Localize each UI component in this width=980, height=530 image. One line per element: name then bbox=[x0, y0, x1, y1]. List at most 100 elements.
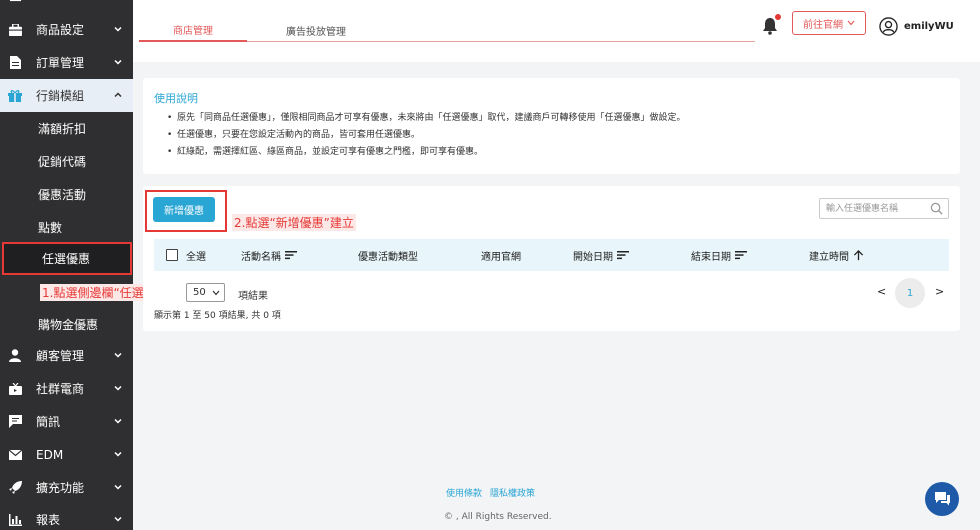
footer-links: 使用條款 隱私權政策 bbox=[446, 486, 535, 499]
usage-instructions-card: 使用說明 原先「同商品任選優惠」，僅限相同商品才可享有優惠，未來將由「任選優惠」… bbox=[143, 78, 960, 174]
chevron-down-icon bbox=[114, 418, 122, 424]
terms-link[interactable]: 使用條款 bbox=[446, 486, 482, 499]
sort-icon bbox=[735, 251, 747, 260]
message-icon bbox=[8, 415, 22, 429]
username: emilyWU bbox=[904, 20, 954, 32]
sidebar: 商品設定 訂單管理 行銷模組 滿額折扣 促銷代碼 優惠活動 點數 任選優惠 購物… bbox=[0, 0, 133, 530]
sidebar-item-customers[interactable]: 顧客管理 bbox=[0, 339, 133, 372]
annotation-step2: 2.點選“新增優惠”建立 bbox=[232, 214, 356, 231]
sidebar-item-label: 社群電商 bbox=[36, 382, 85, 396]
info-line: 紅綠配，需選擇紅區、綠區商品，並設定可享有優惠之門檻，即可享有優惠。 bbox=[167, 144, 686, 161]
column-header-label: 活動名稱 bbox=[241, 251, 281, 263]
sidebar-subitem-pick-any[interactable]: 任選優惠 bbox=[2, 242, 132, 275]
column-header-label: 開始日期 bbox=[573, 251, 613, 263]
chevron-up-icon bbox=[114, 92, 122, 98]
sidebar-subitem-label: 優惠活動 bbox=[38, 188, 87, 202]
column-header-name[interactable]: 活動名稱 bbox=[241, 239, 297, 271]
column-header-start-date[interactable]: 開始日期 bbox=[573, 239, 629, 271]
copyright: © , All Rights Reserved. bbox=[444, 512, 552, 522]
chevron-down-icon bbox=[212, 290, 220, 296]
store-icon bbox=[8, 0, 22, 3]
column-header-end-date[interactable]: 結束日期 bbox=[691, 239, 747, 271]
notification-dot bbox=[775, 14, 781, 20]
pager-next-button[interactable]: > bbox=[935, 285, 944, 298]
column-header-label: 建立時間 bbox=[809, 251, 849, 263]
chevron-down-icon bbox=[114, 385, 122, 391]
sidebar-item-extensions[interactable]: 擴充功能 bbox=[0, 471, 133, 504]
table-header: 全選 活動名稱 優惠活動類型 適用官網 開始日期 結束日期 建立時間 bbox=[154, 239, 949, 271]
items-label: 項結果 bbox=[238, 291, 268, 302]
goto-website-label: 前往官網 bbox=[803, 19, 843, 31]
column-header-type: 優惠活動類型 bbox=[358, 251, 418, 263]
chevron-down-icon bbox=[114, 26, 122, 32]
tab-store-management[interactable]: 商店管理 bbox=[139, 18, 247, 42]
add-promotion-button[interactable]: 新增優惠 bbox=[153, 197, 215, 222]
sidebar-item-label: 訂單管理 bbox=[36, 56, 85, 70]
sort-icon bbox=[617, 251, 629, 260]
sort-icon bbox=[285, 251, 297, 260]
page-size-value: 50 bbox=[193, 287, 206, 298]
chevron-down-icon bbox=[847, 20, 855, 26]
chevron-down-icon bbox=[114, 484, 122, 490]
sidebar-item-label: 商品設定 bbox=[36, 23, 85, 37]
sidebar-subitem-points[interactable]: 點數 bbox=[0, 211, 133, 244]
rocket-icon bbox=[8, 481, 22, 495]
document-icon bbox=[8, 56, 22, 70]
gift-icon bbox=[8, 89, 22, 103]
sidebar-item-label: EDM bbox=[36, 447, 64, 462]
sidebar-item-sms[interactable]: 簡訊 bbox=[0, 405, 133, 438]
sidebar-subitem-shopping-credit[interactable]: 購物金優惠 bbox=[0, 308, 133, 341]
chevron-down-icon bbox=[114, 516, 122, 522]
column-header-select-all: 全選 bbox=[186, 251, 206, 263]
sidebar-item-social-commerce[interactable]: 社群電商 bbox=[0, 372, 133, 405]
tab-ad-management[interactable]: 廣告投放管理 bbox=[247, 18, 385, 42]
sidebar-item-marketing[interactable]: 行銷模組 bbox=[0, 79, 133, 112]
sidebar-item-label: 行銷模組 bbox=[36, 89, 85, 103]
page-size-select[interactable]: 50 bbox=[186, 283, 225, 302]
sidebar-item-edm[interactable]: EDM bbox=[0, 438, 133, 471]
select-all-checkbox[interactable] bbox=[166, 249, 178, 261]
showing-summary: 顯示第 1 至 50 項結果, 共 0 項 bbox=[154, 311, 281, 321]
chat-button[interactable] bbox=[925, 482, 959, 516]
chevron-down-icon bbox=[114, 59, 122, 65]
tv-icon bbox=[8, 382, 22, 396]
user-avatar-icon bbox=[879, 16, 898, 36]
bell-icon[interactable] bbox=[762, 17, 778, 35]
sidebar-subitem-label: 任選優惠 bbox=[42, 252, 91, 266]
sidebar-subitem-threshold-discount[interactable]: 滿額折扣 bbox=[0, 112, 133, 145]
info-line: 原先「同商品任選優惠」，僅限相同商品才可享有優惠，未來將由「任選優惠」取代，建議… bbox=[167, 110, 686, 127]
sidebar-subitem-label: 購物金優惠 bbox=[38, 318, 99, 332]
select-all[interactable]: 全選 bbox=[166, 239, 206, 271]
search-box bbox=[819, 198, 949, 219]
sidebar-subitem-promotions[interactable]: 優惠活動 bbox=[0, 178, 133, 211]
user-icon bbox=[8, 349, 22, 363]
pager-prev-button[interactable]: < bbox=[877, 285, 886, 298]
sidebar-item-label: 簡訊 bbox=[36, 415, 61, 429]
sidebar-item-orders[interactable]: 訂單管理 bbox=[0, 46, 133, 79]
sidebar-subitem-label: 滿額折扣 bbox=[38, 122, 87, 136]
user-menu[interactable]: emilyWU bbox=[879, 16, 954, 36]
sidebar-item-products[interactable]: 商品設定 bbox=[0, 13, 133, 46]
search-input[interactable] bbox=[820, 199, 924, 218]
privacy-link[interactable]: 隱私權政策 bbox=[490, 486, 535, 499]
column-header-website: 適用官網 bbox=[481, 251, 521, 263]
pager-current-page[interactable]: 1 bbox=[895, 278, 925, 308]
promotions-table-card: 新增優惠 2.點選“新增優惠”建立 全選 活動名稱 優惠活動類型 適用官網 開始… bbox=[143, 186, 960, 331]
search-icon[interactable] bbox=[930, 202, 943, 215]
column-header-created[interactable]: 建立時間 bbox=[809, 239, 864, 271]
arrow-up-icon bbox=[853, 249, 864, 260]
mail-icon bbox=[8, 448, 22, 462]
sidebar-item-partial[interactable] bbox=[0, 0, 133, 12]
info-list: 原先「同商品任選優惠」，僅限相同商品才可享有優惠，未來將由「任選優惠」取代，建議… bbox=[167, 110, 686, 161]
top-bar: 商店管理 廣告投放管理 前往官網 emilyWU bbox=[133, 0, 980, 62]
chat-icon bbox=[934, 492, 950, 506]
tab-bar: 商店管理 廣告投放管理 bbox=[139, 18, 755, 42]
briefcase-icon bbox=[8, 23, 22, 37]
column-header-label: 結束日期 bbox=[691, 251, 731, 263]
goto-website-button[interactable]: 前往官網 bbox=[792, 11, 866, 35]
sidebar-item-label: 報表 bbox=[36, 513, 61, 527]
chevron-down-icon bbox=[114, 352, 122, 358]
sidebar-subitem-promo-code[interactable]: 促銷代碼 bbox=[0, 145, 133, 178]
sidebar-item-reports[interactable]: 報表 bbox=[0, 503, 133, 530]
chevron-down-icon bbox=[114, 451, 122, 457]
